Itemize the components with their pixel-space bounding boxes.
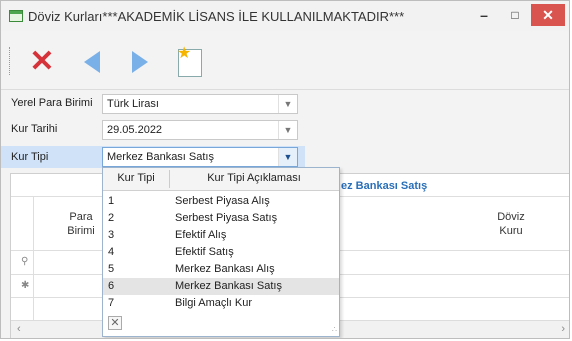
rate-type-label: Kur Tipi xyxy=(11,151,49,163)
toolbar: ✕ xyxy=(1,37,569,89)
option-desc: Efektif Alış xyxy=(175,229,227,241)
toolbar-divider xyxy=(1,89,569,90)
currency-rates-window: Döviz Kurları***AKADEMİK LİSANS İLE KULL… xyxy=(0,0,570,339)
dropdown-option[interactable]: 5 Merkez Bankası Alış xyxy=(103,261,339,278)
local-currency-label: Yerel Para Birimi xyxy=(11,97,93,109)
window-app-icon xyxy=(9,10,23,22)
right-arrow-icon xyxy=(132,51,148,73)
scroll-left-icon[interactable]: ‹ xyxy=(17,323,21,335)
maximize-button[interactable]: □ xyxy=(502,4,528,26)
chevron-down-icon[interactable]: ▼ xyxy=(278,148,297,166)
grid-line xyxy=(33,196,34,320)
option-code: 6 xyxy=(108,280,115,292)
rate-date-field[interactable]: 29.05.2022 ▼ xyxy=(102,120,298,140)
grid-title: ez Bankası Satış xyxy=(341,180,428,192)
dropdown-header-desc: Kur Tipi Açıklaması xyxy=(207,172,301,184)
option-desc: Merkez Bankası Satış xyxy=(175,280,282,292)
dropdown-option[interactable]: 7 Bilgi Amaçlı Kur xyxy=(103,295,339,312)
rate-date-label: Kur Tarihi xyxy=(11,123,58,135)
local-currency-select[interactable]: Türk Lirası ▼ xyxy=(102,94,298,114)
toolbar-grip[interactable] xyxy=(9,47,13,75)
option-code: 5 xyxy=(108,263,115,275)
dropdown-header: Kur Tipi Kur Tipi Açıklaması xyxy=(103,168,339,191)
resize-grip-icon[interactable]: ∴ xyxy=(332,325,337,334)
previous-button[interactable] xyxy=(75,45,109,79)
option-code: 2 xyxy=(108,212,115,224)
dropdown-option[interactable]: 1 Serbest Piyasa Alış xyxy=(103,193,339,210)
dropdown-option-selected[interactable]: 6 Merkez Bankası Satış xyxy=(103,278,339,295)
minimize-button[interactable]: – xyxy=(471,4,497,26)
rate-type-value: Merkez Bankası Satış xyxy=(107,151,214,163)
option-code: 7 xyxy=(108,297,115,309)
local-currency-value: Türk Lirası xyxy=(107,98,159,110)
title-bar: Döviz Kurları***AKADEMİK LİSANS İLE KULL… xyxy=(1,1,569,31)
option-desc: Bilgi Amaçlı Kur xyxy=(175,297,253,309)
rate-type-dropdown: Kur Tipi Kur Tipi Açıklaması 1 Serbest Pi… xyxy=(102,167,340,337)
option-code: 3 xyxy=(108,229,115,241)
window-title: Döviz Kurları***AKADEMİK LİSANS İLE KULL… xyxy=(28,9,405,24)
document-star-icon xyxy=(177,46,202,77)
scroll-right-icon[interactable]: › xyxy=(561,323,565,335)
option-code: 1 xyxy=(108,195,115,207)
option-desc: Merkez Bankası Alış xyxy=(175,263,275,275)
close-button[interactable]: ✕ xyxy=(531,4,565,26)
option-desc: Serbest Piyasa Alış xyxy=(175,195,270,207)
wizard-button[interactable] xyxy=(173,45,207,79)
dropdown-option[interactable]: 3 Efektif Alış xyxy=(103,227,339,244)
filter-row-icon: ⚲ xyxy=(21,256,29,267)
chevron-down-icon[interactable]: ▼ xyxy=(278,95,297,113)
new-row-icon: ✱ xyxy=(21,280,30,291)
option-code: 4 xyxy=(108,246,115,258)
next-button[interactable] xyxy=(123,45,157,79)
chevron-down-icon[interactable]: ▼ xyxy=(278,121,297,139)
delete-button[interactable]: ✕ xyxy=(25,45,59,79)
option-desc: Serbest Piyasa Satış xyxy=(175,212,278,224)
option-desc: Efektif Satış xyxy=(175,246,234,258)
red-x-icon: ✕ xyxy=(29,45,55,78)
close-icon: ✕ xyxy=(110,317,120,329)
column-header-rate[interactable]: Döviz Kuru xyxy=(481,210,541,238)
dropdown-option[interactable]: 4 Efektif Satış xyxy=(103,244,339,261)
rate-type-select[interactable]: Merkez Bankası Satış ▼ xyxy=(102,147,298,167)
rate-date-value: 29.05.2022 xyxy=(107,124,163,136)
dropdown-header-code: Kur Tipi xyxy=(117,172,155,184)
dropdown-option[interactable]: 2 Serbest Piyasa Satış xyxy=(103,210,339,227)
clear-selection-button[interactable]: ✕ xyxy=(108,316,122,330)
left-arrow-icon xyxy=(84,51,100,73)
